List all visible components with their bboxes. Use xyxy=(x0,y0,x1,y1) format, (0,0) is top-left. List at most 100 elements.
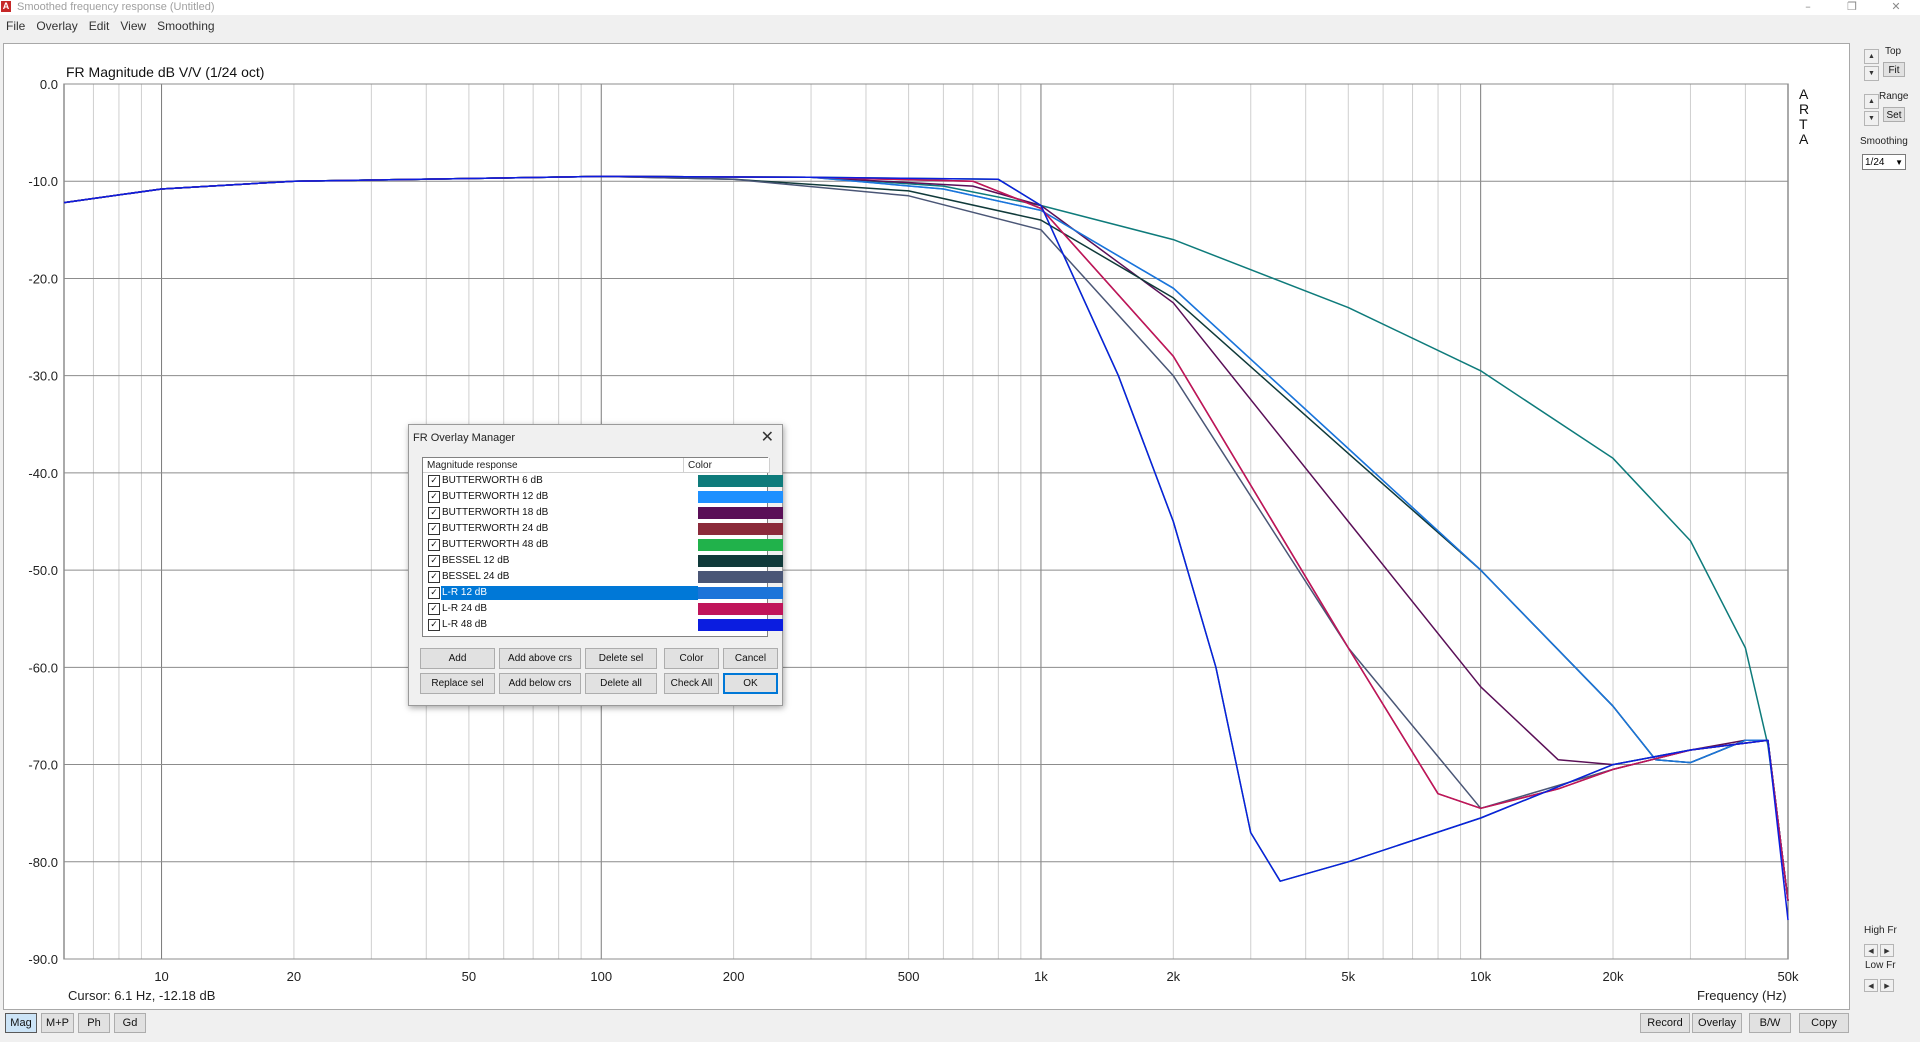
overlay-row-color-swatch[interactable] xyxy=(698,603,783,615)
plot-area xyxy=(63,83,1789,960)
menu-overlay[interactable]: Overlay xyxy=(30,17,82,36)
overlay-row-name: BUTTERWORTH 12 dB xyxy=(442,491,549,502)
tab-mag[interactable]: Mag xyxy=(5,1013,37,1033)
overlay-row-color-swatch[interactable] xyxy=(698,587,783,599)
arrow-up-icon[interactable]: ▲ xyxy=(1864,94,1879,109)
overlay-row[interactable]: ✓ BUTTERWORTH 24 dB xyxy=(424,522,783,536)
overlay-row[interactable]: ✓ BESSEL 24 dB xyxy=(424,570,783,584)
overlay-row-checkbox[interactable]: ✓ xyxy=(428,619,440,631)
overlay-list[interactable]: Magnitude response Color ✓ BUTTERWORTH 6 … xyxy=(422,457,783,637)
overlay-row-color-swatch[interactable] xyxy=(698,539,783,551)
side-letter-t: T xyxy=(1799,116,1808,132)
bottom-toolbar: Mag M+P Ph Gd Record Overlay B/W Copy xyxy=(0,1010,1920,1042)
check-all-button[interactable]: Check All xyxy=(664,673,719,694)
overlay-button[interactable]: Overlay xyxy=(1692,1013,1742,1033)
overlay-row-color-swatch[interactable] xyxy=(698,523,783,535)
overlay-row-name: L-R 48 dB xyxy=(442,619,488,630)
overlay-row-name: L-R 12 dB xyxy=(441,586,698,600)
column-header-name[interactable]: Magnitude response xyxy=(423,458,684,473)
y-tick-label: -70.0 xyxy=(28,758,58,773)
arrow-left-icon[interactable]: ◀ xyxy=(1864,944,1878,957)
overlay-row-color-swatch[interactable] xyxy=(698,619,783,631)
close-icon[interactable]: ✕ xyxy=(761,427,774,446)
close-button[interactable]: ✕ xyxy=(1881,0,1911,15)
y-tick-label: -90.0 xyxy=(28,952,58,967)
overlay-row-color-swatch[interactable] xyxy=(698,571,783,583)
add-button[interactable]: Add xyxy=(420,648,495,669)
overlay-row[interactable]: ✓ L-R 48 dB xyxy=(424,618,783,632)
overlay-row[interactable]: ✓ BESSEL 12 dB xyxy=(424,554,783,568)
overlay-row-checkbox[interactable]: ✓ xyxy=(428,587,440,599)
copy-button[interactable]: Copy xyxy=(1799,1013,1849,1033)
tab-gd[interactable]: Gd xyxy=(114,1013,146,1033)
add-below-crs-button[interactable]: Add below crs xyxy=(499,673,581,694)
menu-file[interactable]: File xyxy=(0,17,30,36)
overlay-row-color-swatch[interactable] xyxy=(698,491,783,503)
overlay-row-name: BUTTERWORTH 48 dB xyxy=(442,539,549,550)
overlay-row[interactable]: ✓ BUTTERWORTH 48 dB xyxy=(424,538,783,552)
ok-button[interactable]: OK xyxy=(723,673,778,694)
arrow-down-icon[interactable]: ▼ xyxy=(1864,66,1879,81)
range-spinner[interactable]: ▲ ▼ xyxy=(1864,94,1879,126)
overlay-row[interactable]: ✓ BUTTERWORTH 12 dB xyxy=(424,490,783,504)
x-tick-label: 2k xyxy=(1166,969,1180,984)
plot-panel[interactable]: 0.0 -10.0 -20.0 -30.0 -40.0 -50.0 -60.0 -70.0 -8… xyxy=(3,43,1850,1010)
overlay-row-name: BUTTERWORTH 6 dB xyxy=(442,475,543,486)
overlay-row-color-swatch[interactable] xyxy=(698,475,783,487)
arrow-right-icon[interactable]: ▶ xyxy=(1880,979,1894,992)
y-tick-label: -50.0 xyxy=(28,563,58,578)
y-tick-label: -20.0 xyxy=(28,271,58,286)
column-header-color[interactable]: Color xyxy=(684,458,770,473)
overlay-row-checkbox[interactable]: ✓ xyxy=(428,491,440,503)
side-letter-a: A xyxy=(1799,86,1809,102)
overlay-row[interactable]: ✓ BUTTERWORTH 18 dB xyxy=(424,506,783,520)
overlay-row-name: BESSEL 12 dB xyxy=(442,555,510,566)
side-letter-r: R xyxy=(1799,101,1809,117)
tab-mp[interactable]: M+P xyxy=(41,1013,74,1033)
cancel-button[interactable]: Cancel xyxy=(723,648,778,669)
overlay-row-checkbox[interactable]: ✓ xyxy=(428,603,440,615)
arrow-down-icon[interactable]: ▼ xyxy=(1864,111,1879,126)
bw-button[interactable]: B/W xyxy=(1749,1013,1791,1033)
top-spinner[interactable]: ▲ ▼ xyxy=(1864,49,1879,81)
color-button[interactable]: Color xyxy=(664,648,719,669)
delete-sel-button[interactable]: Delete sel xyxy=(585,648,657,669)
arrow-left-icon[interactable]: ◀ xyxy=(1864,979,1878,992)
menu-smoothing[interactable]: Smoothing xyxy=(151,17,219,36)
cursor-readout: Cursor: 6.1 Hz, -12.18 dB xyxy=(68,988,215,1003)
overlay-row-color-swatch[interactable] xyxy=(698,555,783,567)
overlay-row-checkbox[interactable]: ✓ xyxy=(428,571,440,583)
overlay-row[interactable]: ✓ L-R 12 dB xyxy=(424,586,783,600)
overlay-row[interactable]: ✓ BUTTERWORTH 6 dB xyxy=(424,474,783,488)
record-button[interactable]: Record xyxy=(1640,1013,1690,1033)
overlay-row-checkbox[interactable]: ✓ xyxy=(428,507,440,519)
delete-all-button[interactable]: Delete all xyxy=(585,673,657,694)
x-tick-label: 1k xyxy=(1034,969,1048,984)
replace-sel-button[interactable]: Replace sel xyxy=(420,673,495,694)
overlay-row-checkbox[interactable]: ✓ xyxy=(428,523,440,535)
frequency-response-chart[interactable]: 0.0 -10.0 -20.0 -30.0 -40.0 -50.0 -60.0 -70.0 -8… xyxy=(4,44,1849,1009)
overlay-row-color-swatch[interactable] xyxy=(698,507,783,519)
smoothing-select[interactable]: 1/24 ▼ xyxy=(1862,154,1906,170)
low-freq-spinner[interactable]: ◀ ▶ xyxy=(1864,975,1896,992)
menu-view[interactable]: View xyxy=(114,17,151,36)
overlay-row[interactable]: ✓ L-R 24 dB xyxy=(424,602,783,616)
y-tick-label: -60.0 xyxy=(28,660,58,675)
set-button[interactable]: Set xyxy=(1883,107,1905,122)
restore-button[interactable]: ❐ xyxy=(1837,0,1867,15)
overlay-row-checkbox[interactable]: ✓ xyxy=(428,555,440,567)
overlay-row-checkbox[interactable]: ✓ xyxy=(428,475,440,487)
app-icon: A xyxy=(1,1,11,12)
add-above-crs-button[interactable]: Add above crs xyxy=(499,648,581,669)
menu-edit[interactable]: Edit xyxy=(83,17,115,36)
overlay-row-checkbox[interactable]: ✓ xyxy=(428,539,440,551)
minimize-button[interactable]: – xyxy=(1793,0,1823,15)
x-tick-label: 500 xyxy=(898,969,920,984)
x-tick-label: 5k xyxy=(1341,969,1355,984)
tab-ph[interactable]: Ph xyxy=(78,1013,110,1033)
high-freq-spinner[interactable]: ◀ ▶ xyxy=(1864,940,1896,957)
arrow-up-icon[interactable]: ▲ xyxy=(1864,49,1879,64)
fit-button[interactable]: Fit xyxy=(1883,62,1905,77)
arrow-right-icon[interactable]: ▶ xyxy=(1880,944,1894,957)
x-tick-label: 10 xyxy=(154,969,168,984)
